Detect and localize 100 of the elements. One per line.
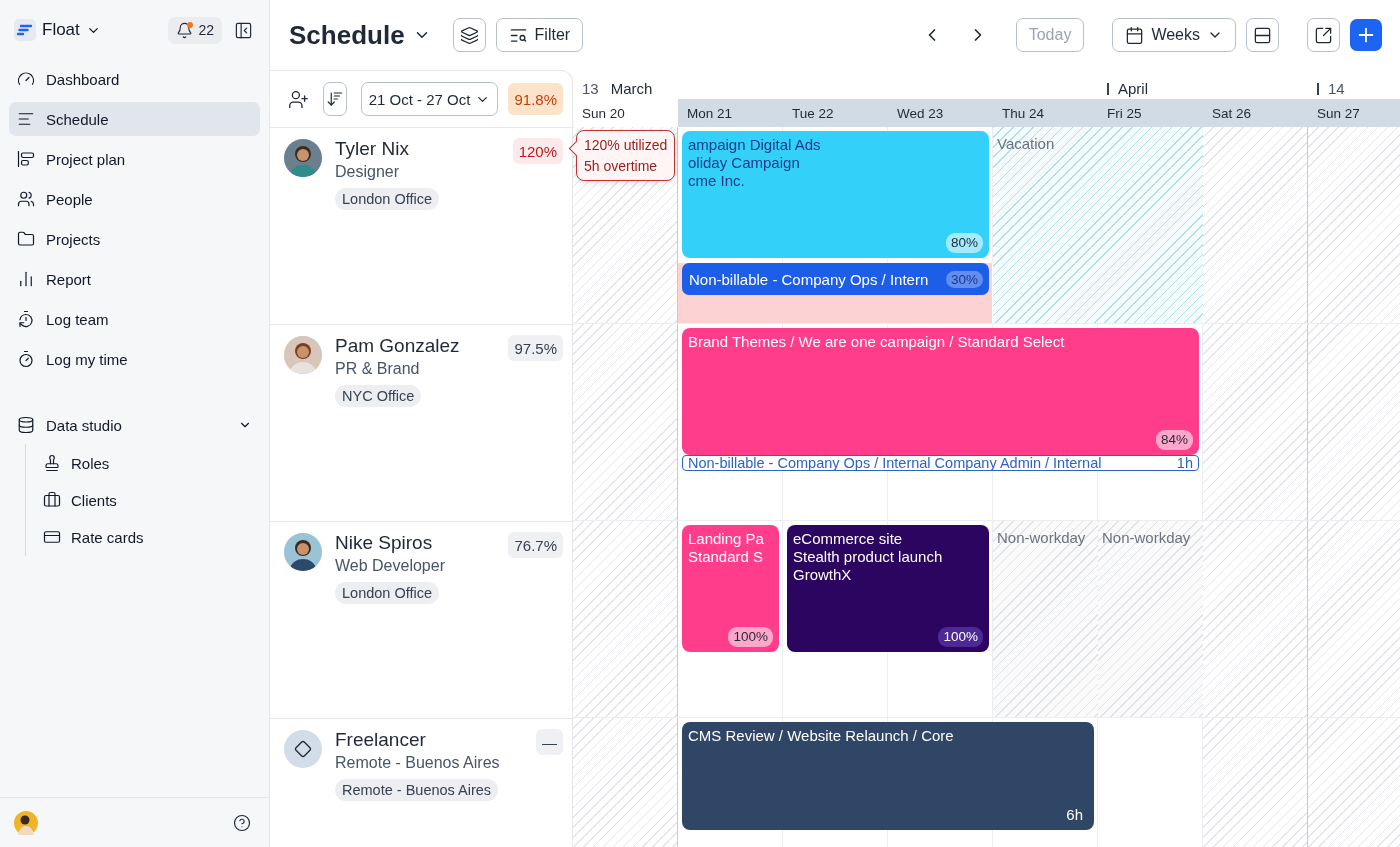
day-header: Fri 25 <box>1098 99 1203 127</box>
person-role: PR & Brand <box>335 359 420 378</box>
time-off-label: Non-workday <box>1102 529 1191 546</box>
logo-icon <box>14 19 36 41</box>
week-number: 13 <box>582 80 599 97</box>
section-toggle[interactable]: Data studio <box>9 408 260 442</box>
person-name[interactable]: Tyler Nix <box>335 138 409 161</box>
gauge-icon <box>17 70 35 88</box>
nav-item[interactable]: Clients <box>26 483 269 517</box>
utilization-badge: — <box>536 729 563 755</box>
day-header: Sat 26 <box>1203 99 1308 127</box>
nav-item[interactable]: Project plan <box>9 142 260 176</box>
export-button[interactable] <box>1307 18 1340 52</box>
week-marker <box>1317 83 1319 95</box>
task-label: eCommerce site <box>793 530 904 548</box>
date-range-select[interactable]: 21 Oct - 27 Oct <box>360 82 499 116</box>
notifications-button[interactable]: 22 <box>168 16 222 44</box>
task-label: Standard S <box>688 548 765 566</box>
layers-button[interactable] <box>452 18 486 52</box>
task-allocation: 100% <box>728 627 773 647</box>
diamond-icon <box>294 740 312 758</box>
utilization-badge: 91.8% <box>508 83 563 115</box>
nav-item[interactable]: Projects <box>9 222 260 256</box>
stamp-icon <box>43 454 61 472</box>
density-button[interactable] <box>1246 18 1279 52</box>
task-label: cme Inc. <box>688 172 746 190</box>
time-off-label: Non-workday <box>997 529 1086 546</box>
nav-item[interactable]: Roles <box>26 446 269 480</box>
task-label: CMS Review / Website Relaunch / Core <box>688 727 955 745</box>
month-label: March <box>610 80 653 97</box>
person-role: Remote - Buenos Aires <box>335 753 500 772</box>
office-tag: London Office <box>335 581 440 604</box>
add-button[interactable] <box>1350 19 1382 51</box>
bar-chart-icon <box>17 270 35 288</box>
day-header: Tue 22 <box>783 99 888 127</box>
task-block[interactable]: eCommerce site Stealth product launch GrowthX 100% <box>787 525 989 652</box>
view-select[interactable]: Weeks <box>1112 18 1236 52</box>
week-marker <box>1107 83 1109 95</box>
day-header: Mon 21 <box>678 99 783 127</box>
task-allocation: 100% <box>938 627 983 647</box>
task-label: ampaign Digital Ads <box>688 136 822 154</box>
month-label: April <box>1118 80 1148 97</box>
nav-item[interactable]: People <box>9 182 260 216</box>
unread-dot <box>187 21 194 28</box>
task-block[interactable]: CMS Review / Website Relaunch / Core 6h <box>682 722 1094 830</box>
task-allocation: 30% <box>945 270 983 288</box>
folder-icon <box>17 230 35 248</box>
stopwatch-icon <box>17 350 35 368</box>
add-person-icon <box>288 88 309 110</box>
person-role: Designer <box>335 162 400 181</box>
day-header: Sun 27 <box>1308 99 1400 127</box>
filter-button[interactable]: Filter <box>495 18 584 52</box>
utilization-badge: 97.5% <box>508 335 563 361</box>
rows-icon <box>1253 25 1272 45</box>
week-number: 14 <box>1328 80 1345 97</box>
layers-icon <box>459 25 479 45</box>
plan-icon <box>17 150 35 168</box>
person-name[interactable]: Nike Spiros <box>335 532 433 555</box>
task-allocation: 80% <box>945 233 983 253</box>
task-label: Stealth product launch <box>793 548 944 566</box>
task-allocation: 6h <box>1065 805 1084 825</box>
utilization-badge: 120% <box>512 138 563 164</box>
person-role: Web Developer <box>335 556 445 575</box>
task-hours: 1h <box>1176 456 1193 470</box>
workspace-switcher[interactable]: Float <box>14 19 101 41</box>
task-block[interactable]: Landing Pa Standard S 100% <box>682 525 779 652</box>
time-off-label: Vacation <box>997 135 1055 152</box>
task-label: Landing Pa <box>688 530 765 548</box>
page-title[interactable]: Schedule <box>289 19 431 51</box>
tooltip-text: 120% utilized <box>584 137 668 153</box>
card-icon <box>43 528 61 546</box>
tooltip-text: 5h overtime <box>584 158 659 174</box>
day-header: Wed 23 <box>888 99 993 127</box>
external-link-icon <box>1314 25 1333 45</box>
task-bar[interactable]: Non-billable - Company Ops / Intern 30% <box>682 263 989 295</box>
day-header: Thu 24 <box>993 99 1098 127</box>
bell-icon <box>176 21 194 39</box>
nav-item[interactable]: Log team <box>9 302 260 336</box>
office-tag: Remote - Buenos Aires <box>335 778 499 801</box>
task-label: Non-billable - Company Ops / Intern <box>689 270 929 288</box>
timer-icon <box>17 310 35 328</box>
office-tag: London Office <box>335 187 440 210</box>
sort-icon <box>325 90 344 108</box>
task-allocation: 84% <box>1155 430 1193 450</box>
database-icon <box>17 416 35 434</box>
lines-icon <box>17 110 35 128</box>
office-tag: NYC Office <box>335 384 422 407</box>
task-block[interactable]: Brand Themes / We are one campaign / Standard Select 84% <box>682 328 1199 455</box>
nav-item[interactable]: Rate cards <box>26 520 269 554</box>
task-block[interactable]: ampaign Digital Ads oliday Campaign cme Inc. 80% <box>682 131 989 258</box>
nav-item[interactable]: Dashboard <box>9 62 260 96</box>
sort-button[interactable] <box>323 82 347 116</box>
person-name[interactable]: Freelancer <box>335 729 426 752</box>
task-label: oliday Campaign <box>688 154 801 172</box>
nav-item[interactable]: Schedule <box>9 102 260 136</box>
nav-item[interactable]: Log my time <box>9 342 260 376</box>
person-name[interactable]: Pam Gonzalez <box>335 335 460 358</box>
task-label: Brand Themes / We are one campaign / Standard Select <box>688 333 1066 351</box>
people-icon <box>17 190 35 208</box>
nav-item[interactable]: Report <box>9 262 260 296</box>
